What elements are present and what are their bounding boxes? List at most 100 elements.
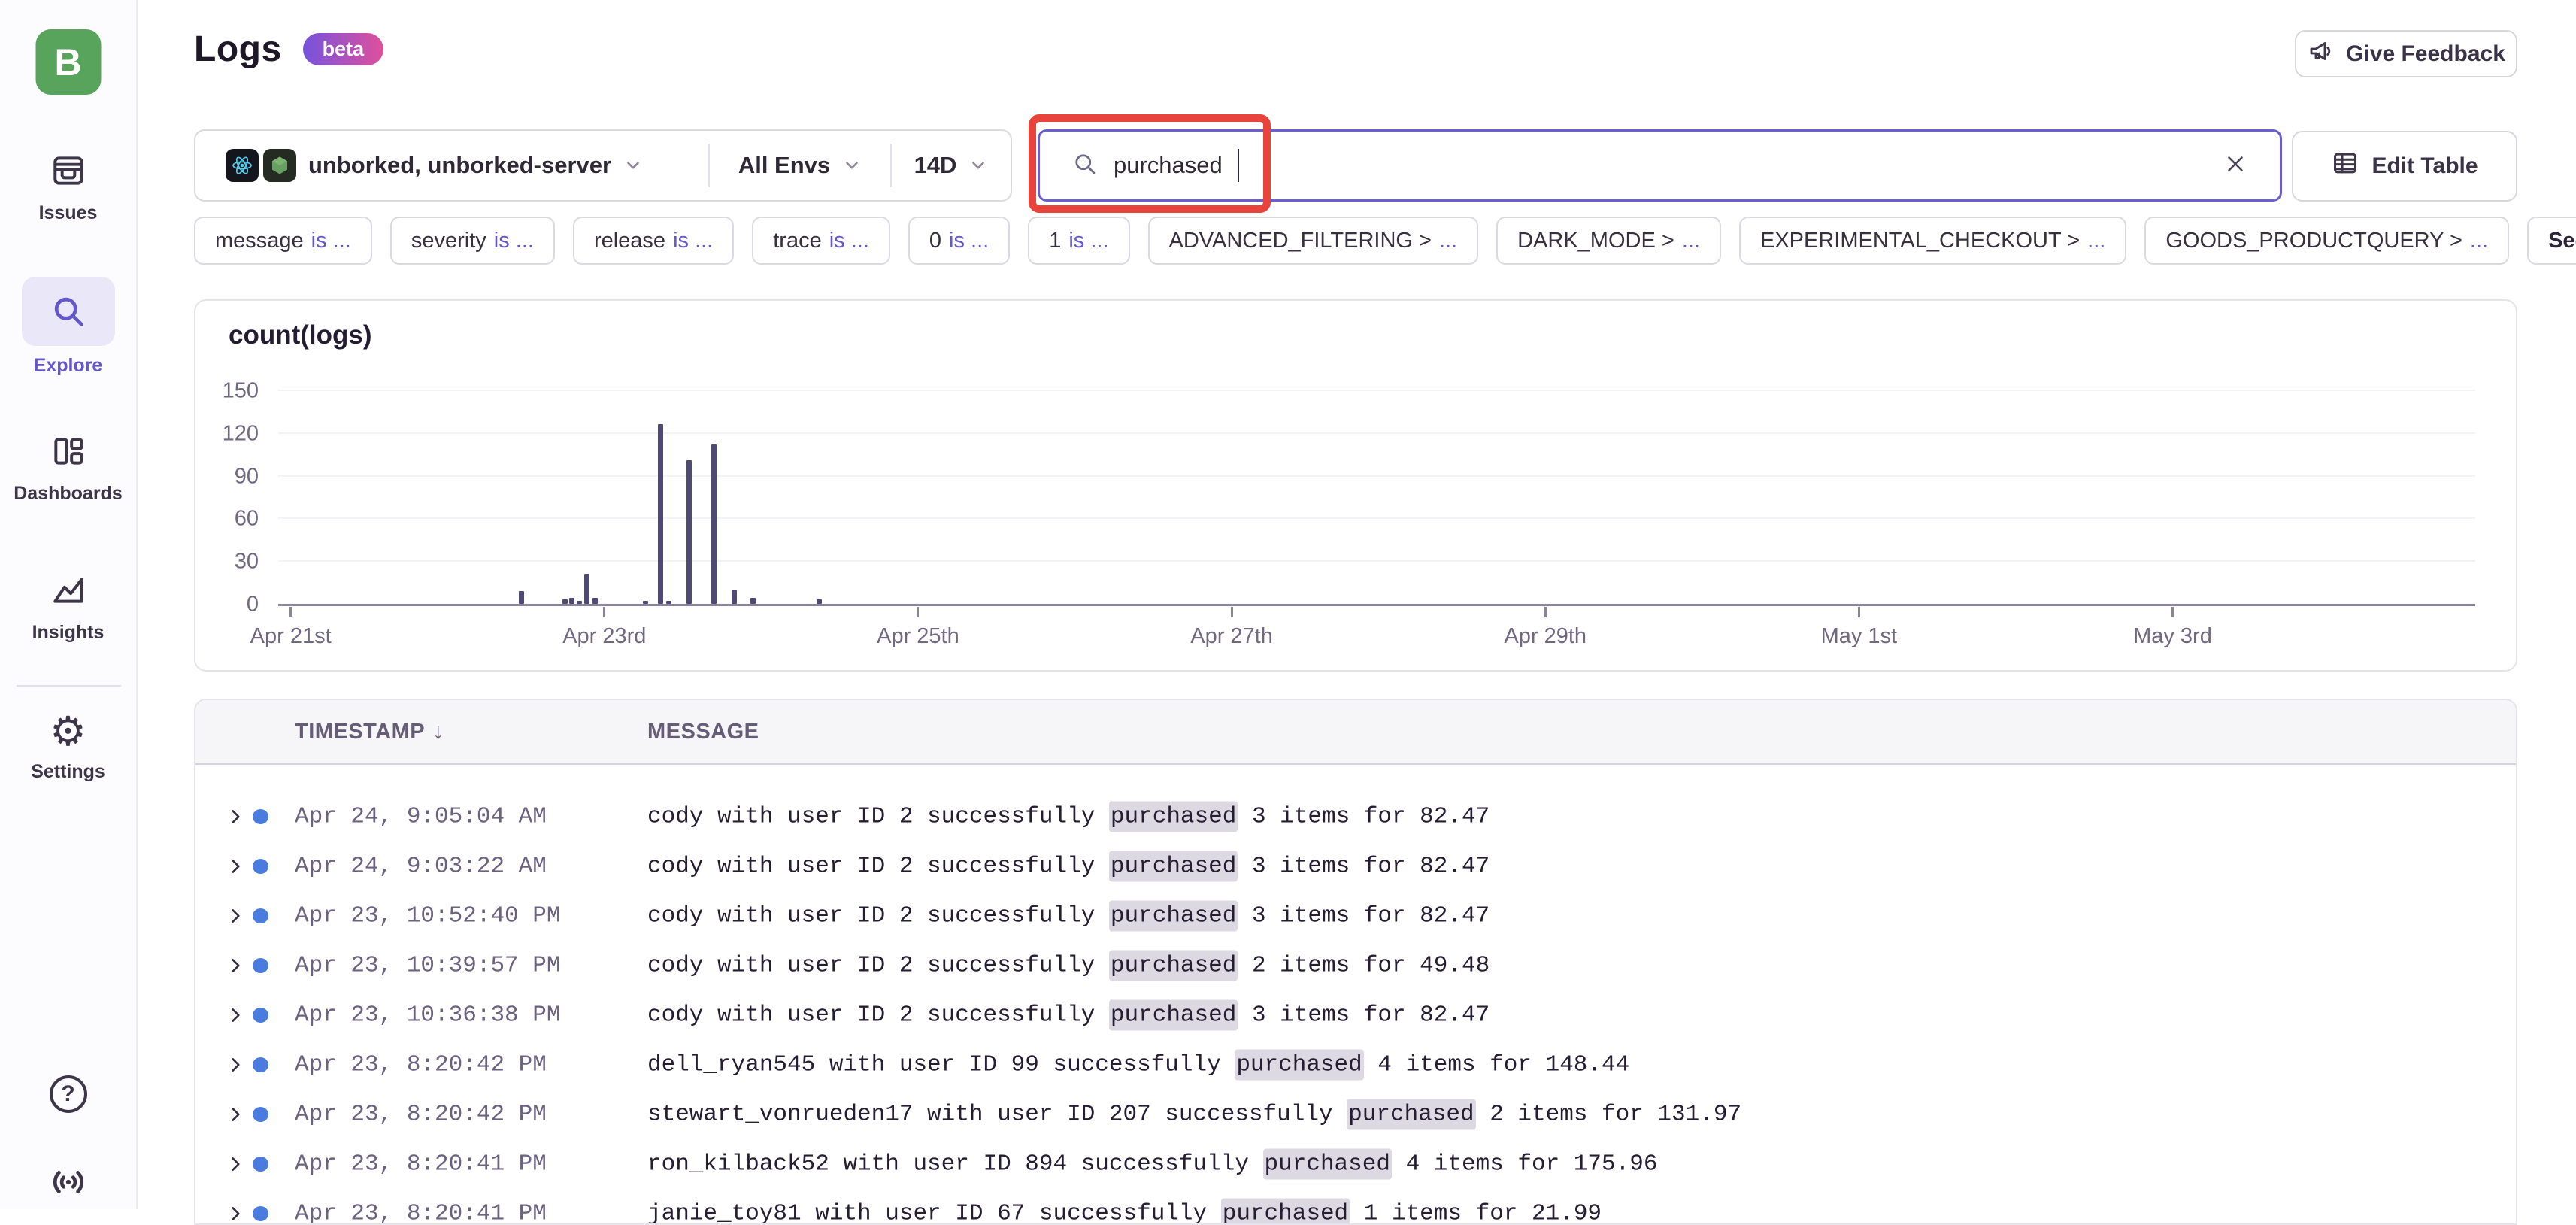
- filter-chip[interactable]: GOODS_PRODUCTQUERY > ...: [2144, 217, 2509, 265]
- log-row[interactable]: Apr 23, 10:36:38 PM cody with user ID 2 …: [195, 990, 2516, 1040]
- expand-chevron-icon[interactable]: [226, 1154, 245, 1174]
- filter-chip[interactable]: message is ...: [194, 217, 372, 265]
- y-tick-label: 0: [247, 593, 259, 617]
- axis-tick: [917, 607, 919, 617]
- axis-tick: [2171, 607, 2174, 617]
- expand-chevron-icon[interactable]: [226, 1105, 245, 1124]
- axis-tick: [289, 607, 292, 617]
- chart-plot[interactable]: 0306090120150Apr 21stApr 23rdApr 25thApr…: [278, 391, 2475, 605]
- message-text: 2 items for 49.48: [1238, 953, 1490, 979]
- sidebar-item-explore[interactable]: Explore: [0, 277, 136, 377]
- log-row[interactable]: Apr 24, 9:03:22 AM cody with user ID 2 s…: [195, 841, 2516, 891]
- give-feedback-button[interactable]: Give Feedback: [2295, 30, 2517, 77]
- project-platform-icons: [226, 149, 296, 182]
- filter-chip[interactable]: DARK_MODE > ...: [1496, 217, 1721, 265]
- megaphone-icon: [2307, 38, 2334, 71]
- log-timestamp: Apr 23, 10:52:40 PM: [295, 903, 560, 929]
- chart-bar: [686, 460, 692, 604]
- log-message: cody with user ID 2 successfully purchas…: [647, 953, 1490, 979]
- edit-table-button[interactable]: Edit Table: [2292, 131, 2517, 202]
- message-text: cody with user ID 2 successfully: [647, 1002, 1109, 1029]
- log-row[interactable]: Apr 23, 8:20:42 PM dell_ryan545 with use…: [195, 1040, 2516, 1090]
- sidebar-item-dashboards[interactable]: Dashboards: [0, 432, 136, 505]
- filter-chip[interactable]: EXPERIMENTAL_CHECKOUT > ...: [1739, 217, 2126, 265]
- x-axis-line: [278, 604, 2475, 606]
- log-row[interactable]: Apr 23, 10:52:40 PM cody with user ID 2 …: [195, 891, 2516, 941]
- log-message: stewart_vonrueden17 with user ID 207 suc…: [647, 1102, 1741, 1128]
- filter-chip-op: ...: [1682, 229, 1700, 253]
- expand-chevron-icon[interactable]: [226, 956, 245, 975]
- filter-chip[interactable]: release is ...: [573, 217, 734, 265]
- message-text: ron_kilback52 with user ID 894 successfu…: [647, 1151, 1263, 1178]
- search-match-highlight: purchased: [1109, 901, 1238, 932]
- broadcast-icon: [48, 1162, 89, 1206]
- chart-bar: [750, 598, 756, 604]
- expand-chevron-icon[interactable]: [226, 807, 245, 826]
- filter-chip-op: is ...: [494, 229, 534, 253]
- filter-chip-op: ...: [2087, 229, 2105, 253]
- environment-selector[interactable]: All Envs: [710, 131, 890, 200]
- react-icon: [226, 149, 259, 182]
- search-match-highlight: purchased: [1347, 1099, 1475, 1130]
- sidebar-item-insights[interactable]: Insights: [0, 572, 136, 644]
- log-row[interactable]: Apr 23, 8:20:42 PM stewart_vonrueden17 w…: [195, 1090, 2516, 1139]
- filter-chip-key: trace: [773, 229, 821, 253]
- sidebar-item-settings[interactable]: ⚙ Settings: [0, 711, 136, 783]
- filter-chip[interactable]: severity is ...: [390, 217, 555, 265]
- search-input[interactable]: purchased: [1038, 129, 2282, 202]
- expand-chevron-icon[interactable]: [226, 1005, 245, 1025]
- search-value: purchased: [1114, 152, 1223, 179]
- clear-search-icon[interactable]: [2223, 151, 2248, 180]
- column-header-timestamp[interactable]: TIMESTAMP ↓: [295, 700, 444, 763]
- whats-new-button[interactable]: [0, 1162, 136, 1206]
- message-text: 2 items for 131.97: [1476, 1102, 1741, 1128]
- filter-chip[interactable]: ADVANCED_FILTERING > ...: [1148, 217, 1479, 265]
- y-tick-label: 90: [235, 464, 259, 489]
- search-match-highlight: purchased: [1109, 802, 1238, 832]
- filter-chip-op: is ...: [949, 229, 989, 253]
- project-selector[interactable]: unborked, unborked-server: [195, 131, 708, 200]
- log-row[interactable]: Apr 23, 8:20:41 PM ron_kilback52 with us…: [195, 1139, 2516, 1189]
- sidebar-item-label: Settings: [31, 761, 105, 783]
- x-tick-label: Apr 21st: [250, 624, 332, 649]
- expand-chevron-icon[interactable]: [226, 906, 245, 926]
- severity-dot: [253, 958, 268, 973]
- log-message: cody with user ID 2 successfully purchas…: [647, 1002, 1490, 1029]
- y-tick-label: 120: [223, 421, 259, 446]
- message-text: 4 items for 175.96: [1392, 1151, 1657, 1178]
- column-header-message[interactable]: MESSAGE: [647, 700, 759, 763]
- give-feedback-label: Give Feedback: [2346, 41, 2505, 67]
- severity-dot: [253, 1057, 268, 1072]
- log-row[interactable]: Apr 24, 9:05:04 AM cody with user ID 2 s…: [195, 792, 2516, 841]
- see-full-list-button[interactable]: See full list: [2527, 217, 2576, 265]
- filter-chip-key: severity: [411, 229, 486, 253]
- message-text: 3 items for 82.47: [1238, 804, 1490, 830]
- filter-chip-key: 1: [1049, 229, 1061, 253]
- expand-chevron-icon[interactable]: [226, 1204, 245, 1223]
- date-range-selector[interactable]: 14D: [892, 131, 1011, 200]
- log-row[interactable]: Apr 23, 10:39:57 PM cody with user ID 2 …: [195, 941, 2516, 990]
- log-timestamp: Apr 24, 9:05:04 AM: [295, 804, 547, 830]
- sort-desc-icon: ↓: [432, 719, 444, 744]
- log-message: dell_ryan545 with user ID 99 successfull…: [647, 1052, 1629, 1078]
- expand-chevron-icon[interactable]: [226, 1055, 245, 1075]
- x-tick-label: May 3rd: [2133, 624, 2212, 649]
- message-text: cody with user ID 2 successfully: [647, 953, 1109, 979]
- org-avatar[interactable]: B: [35, 29, 101, 95]
- x-tick-label: Apr 25th: [877, 624, 959, 649]
- log-timestamp: Apr 23, 8:20:42 PM: [295, 1052, 547, 1078]
- filter-chip[interactable]: trace is ...: [752, 217, 890, 265]
- filter-chip[interactable]: 1 is ...: [1028, 217, 1129, 265]
- chevron-down-icon: [968, 156, 988, 175]
- log-row[interactable]: Apr 23, 8:20:41 PM janie_toy81 with user…: [195, 1189, 2516, 1225]
- chart-bar: [562, 599, 568, 604]
- search-match-highlight: purchased: [1263, 1149, 1392, 1180]
- sidebar: B Issues Explore: [0, 0, 138, 1209]
- message-text: cody with user ID 2 successfully: [647, 854, 1109, 880]
- filter-chip[interactable]: 0 is ...: [908, 217, 1010, 265]
- expand-chevron-icon[interactable]: [226, 857, 245, 876]
- message-text: 3 items for 82.47: [1238, 903, 1490, 929]
- help-button[interactable]: ?: [0, 1075, 136, 1113]
- sidebar-item-issues[interactable]: Issues: [0, 152, 136, 224]
- severity-dot: [253, 859, 268, 874]
